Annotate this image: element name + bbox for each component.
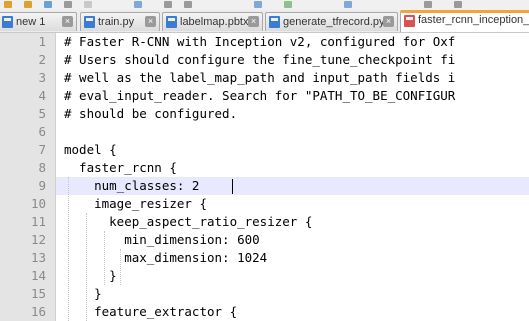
file-icon — [269, 16, 280, 28]
tab-label: labelmap.pbtxt — [180, 16, 252, 28]
line-number: 1 — [38, 34, 46, 49]
tab-label: new 1 — [16, 16, 46, 28]
file-icon — [84, 16, 95, 28]
line-number: 9 — [38, 178, 46, 193]
toolbar-icon[interactable] — [454, 1, 462, 8]
toolbar-icon[interactable] — [254, 1, 262, 8]
toolbar-icon[interactable] — [344, 1, 352, 8]
line-number: 3 — [38, 70, 46, 85]
code-line: num_classes: 2 — [64, 178, 200, 193]
code-line: } — [64, 268, 117, 283]
toolbar-icon[interactable] — [164, 1, 172, 8]
line-number: 12 — [30, 232, 46, 247]
file-icon — [2, 16, 13, 28]
toolbar-icon[interactable] — [64, 1, 72, 8]
code-line: # eval_input_reader. Search for "PATH_TO… — [64, 88, 456, 103]
line-number: 4 — [38, 88, 46, 103]
close-icon[interactable]: × — [62, 16, 73, 27]
line-number: 5 — [38, 106, 46, 121]
line-number: 10 — [30, 196, 46, 211]
toolbar-icon[interactable] — [44, 1, 52, 8]
toolbar-icon[interactable] — [24, 1, 32, 8]
line-number: 2 — [38, 52, 46, 67]
code-line: feature_extractor { — [64, 304, 238, 319]
code-editor[interactable]: # Faster R-CNN with Inception v2, config… — [56, 33, 529, 321]
code-line: max_dimension: 1024 — [64, 250, 268, 265]
toolbar-icon[interactable] — [184, 1, 192, 8]
tab-label: train.py — [98, 16, 135, 28]
toolbar-icon[interactable] — [84, 1, 92, 8]
tab-new-1[interactable]: new 1 × — [0, 12, 77, 31]
line-number: 14 — [30, 268, 46, 283]
code-line: keep_aspect_ratio_resizer { — [64, 214, 313, 229]
tab-train-py[interactable]: train.py × — [80, 12, 160, 31]
line-number: 15 — [30, 286, 46, 301]
toolbar-strip — [0, 0, 529, 10]
tab-faster-rcnn-config[interactable]: faster_rcnn_inception_v — [400, 10, 529, 32]
code-line: model { — [64, 142, 117, 157]
toolbar-icon[interactable] — [134, 1, 142, 8]
line-number: 13 — [30, 250, 46, 265]
code-line: min_dimension: 600 — [64, 232, 260, 247]
file-icon — [404, 15, 415, 27]
code-line: image_resizer { — [64, 196, 207, 211]
close-icon[interactable]: × — [145, 16, 156, 27]
toolbar-icon[interactable] — [424, 1, 432, 8]
toolbar-icon[interactable] — [4, 1, 12, 8]
line-number: 16 — [30, 304, 46, 319]
line-number: 6 — [38, 124, 46, 139]
tab-labelmap-pbtxt[interactable]: labelmap.pbtxt × — [162, 12, 263, 31]
line-number: 11 — [30, 214, 46, 229]
code-line: # well as the label_map_path and input_p… — [64, 70, 456, 85]
close-icon[interactable]: × — [248, 16, 259, 27]
code-line: faster_rcnn { — [64, 160, 177, 175]
line-number: 7 — [38, 142, 46, 157]
line-number: 8 — [38, 160, 46, 175]
close-icon[interactable]: × — [383, 16, 394, 27]
line-number-gutter: 1 2 3 4 5 6 7 8 9 10 11 12 13 14 15 16 — [0, 33, 56, 321]
toolbar-icon[interactable] — [284, 1, 292, 8]
code-line: # Faster R-CNN with Inception v2, config… — [64, 34, 456, 49]
tab-label: faster_rcnn_inception_v — [418, 14, 529, 26]
tab-generate-tfrecord[interactable]: generate_tfrecord.py × — [265, 12, 398, 31]
code-line: } — [64, 286, 102, 301]
code-line: # Users should configure the fine_tune_c… — [64, 52, 456, 67]
text-cursor — [232, 179, 233, 194]
code-line: # should be configured. — [64, 106, 238, 121]
file-icon — [166, 16, 177, 28]
tab-label: generate_tfrecord.py — [283, 16, 385, 28]
tab-bar: new 1 × train.py × labelmap.pbtxt × gene… — [0, 10, 529, 33]
